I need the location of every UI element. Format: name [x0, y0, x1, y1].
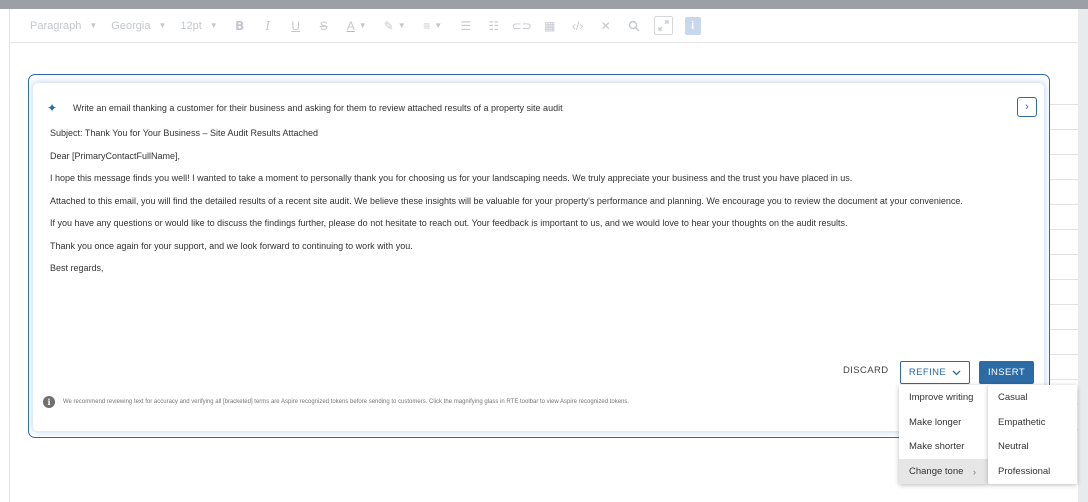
- panel-actions: DISCARD REFINE INSERT: [33, 361, 1044, 385]
- refine-button[interactable]: REFINE: [900, 361, 970, 384]
- chevron-down-icon: ▼: [158, 21, 167, 30]
- background-left-strip: [0, 9, 10, 502]
- menu-item-label: Make shorter: [909, 441, 965, 453]
- menu-item-make-shorter[interactable]: Make shorter: [899, 435, 988, 460]
- highlight-icon[interactable]: ✎ ▼: [382, 17, 408, 35]
- code-icon[interactable]: ‹/›: [570, 17, 586, 35]
- strikethrough-icon[interactable]: S: [316, 17, 332, 35]
- menu-item-professional[interactable]: Professional: [988, 459, 1077, 484]
- window-top-bar: [0, 0, 1088, 9]
- font-family-select[interactable]: Georgia ▼: [111, 15, 166, 37]
- font-size-label: 12pt: [180, 19, 202, 32]
- email-closing: Best regards,: [50, 263, 104, 273]
- expand-button[interactable]: ›: [1017, 97, 1037, 117]
- disclaimer-text: We recommend reviewing text for accuracy…: [63, 399, 630, 405]
- image-icon[interactable]: [653, 16, 673, 35]
- align-icon[interactable]: ≡ ▼: [420, 17, 446, 35]
- clear-format-icon[interactable]: ✕: [598, 17, 614, 35]
- menu-item-casual[interactable]: Casual: [988, 385, 1077, 410]
- menu-item-label: Make longer: [909, 416, 962, 428]
- bullet-list-icon[interactable]: ☰: [458, 17, 474, 35]
- chevron-down-icon: ▼: [89, 21, 98, 30]
- chevron-right-icon: ›: [973, 466, 976, 477]
- menu-item-make-longer[interactable]: Make longer: [899, 410, 988, 435]
- search-icon[interactable]: [626, 17, 642, 35]
- info-icon: i: [43, 396, 55, 408]
- menu-item-label: Neutral: [998, 441, 1029, 453]
- email-greeting: Dear [PrimaryContactFullName],: [50, 150, 181, 161]
- menu-item-neutral[interactable]: Neutral: [988, 435, 1077, 460]
- menu-item-label: Change tone: [909, 466, 964, 478]
- rich-text-toolbar: Paragraph ▼ Georgia ▼ 12pt ▼ B I U S A ▼ …: [10, 9, 1078, 43]
- refine-menu: Improve writing Make longer Make shorter…: [899, 385, 988, 484]
- email-paragraph: Thank you once again for your support, a…: [50, 240, 413, 251]
- insert-button[interactable]: INSERT: [979, 361, 1034, 384]
- underline-icon[interactable]: U: [288, 17, 304, 35]
- paragraph-style-label: Paragraph: [30, 19, 82, 32]
- email-paragraph: I hope this message finds you well! I wa…: [50, 173, 853, 183]
- menu-item-label: Casual: [998, 391, 1028, 403]
- link-icon[interactable]: ⊂⊃: [512, 17, 532, 35]
- token-icon[interactable]: i: [684, 16, 701, 35]
- menu-item-change-tone[interactable]: Change tone ›: [899, 459, 988, 484]
- generated-email: Subject: Thank You for Your Business – S…: [50, 128, 1010, 286]
- menu-item-label: Improve writing: [909, 391, 974, 403]
- font-color-icon[interactable]: A ▼: [344, 17, 370, 35]
- email-paragraph: Attached to this email, you will find th…: [50, 195, 963, 206]
- chevron-down-icon: [952, 370, 961, 375]
- chevron-right-icon: ›: [1025, 101, 1029, 113]
- numbered-list-icon[interactable]: ☷: [486, 17, 502, 35]
- bold-icon[interactable]: B: [232, 17, 248, 35]
- email-subject: Subject: Thank You for Your Business – S…: [50, 128, 319, 138]
- table-icon[interactable]: ▦: [542, 17, 558, 35]
- ai-assistant-panel: ✦ Write an email thanking a customer for…: [28, 74, 1050, 438]
- menu-item-improve-writing[interactable]: Improve writing: [899, 385, 988, 410]
- email-paragraph: If you have any questions or would like …: [50, 218, 848, 228]
- italic-icon[interactable]: I: [260, 17, 276, 35]
- discard-button[interactable]: DISCARD: [843, 365, 889, 376]
- disclaimer: i We recommend reviewing text for accura…: [43, 396, 923, 408]
- chevron-down-icon: ▼: [209, 21, 218, 30]
- prompt-row: ✦ Write an email thanking a customer for…: [47, 97, 1037, 119]
- menu-item-empathetic[interactable]: Empathetic: [988, 410, 1077, 435]
- refine-label: REFINE: [908, 367, 947, 378]
- menu-item-label: Professional: [998, 466, 1051, 478]
- ai-panel-content: ✦ Write an email thanking a customer for…: [33, 83, 1044, 431]
- font-family-label: Georgia: [111, 19, 151, 32]
- font-size-select[interactable]: 12pt ▼: [180, 15, 217, 37]
- sparkle-icon: ✦: [47, 101, 58, 115]
- menu-item-label: Empathetic: [998, 416, 1046, 428]
- paragraph-style-select[interactable]: Paragraph ▼: [30, 15, 97, 37]
- tone-submenu: Casual Empathetic Neutral Professional: [988, 385, 1077, 484]
- prompt-text: Write an email thanking a customer for t…: [73, 103, 563, 113]
